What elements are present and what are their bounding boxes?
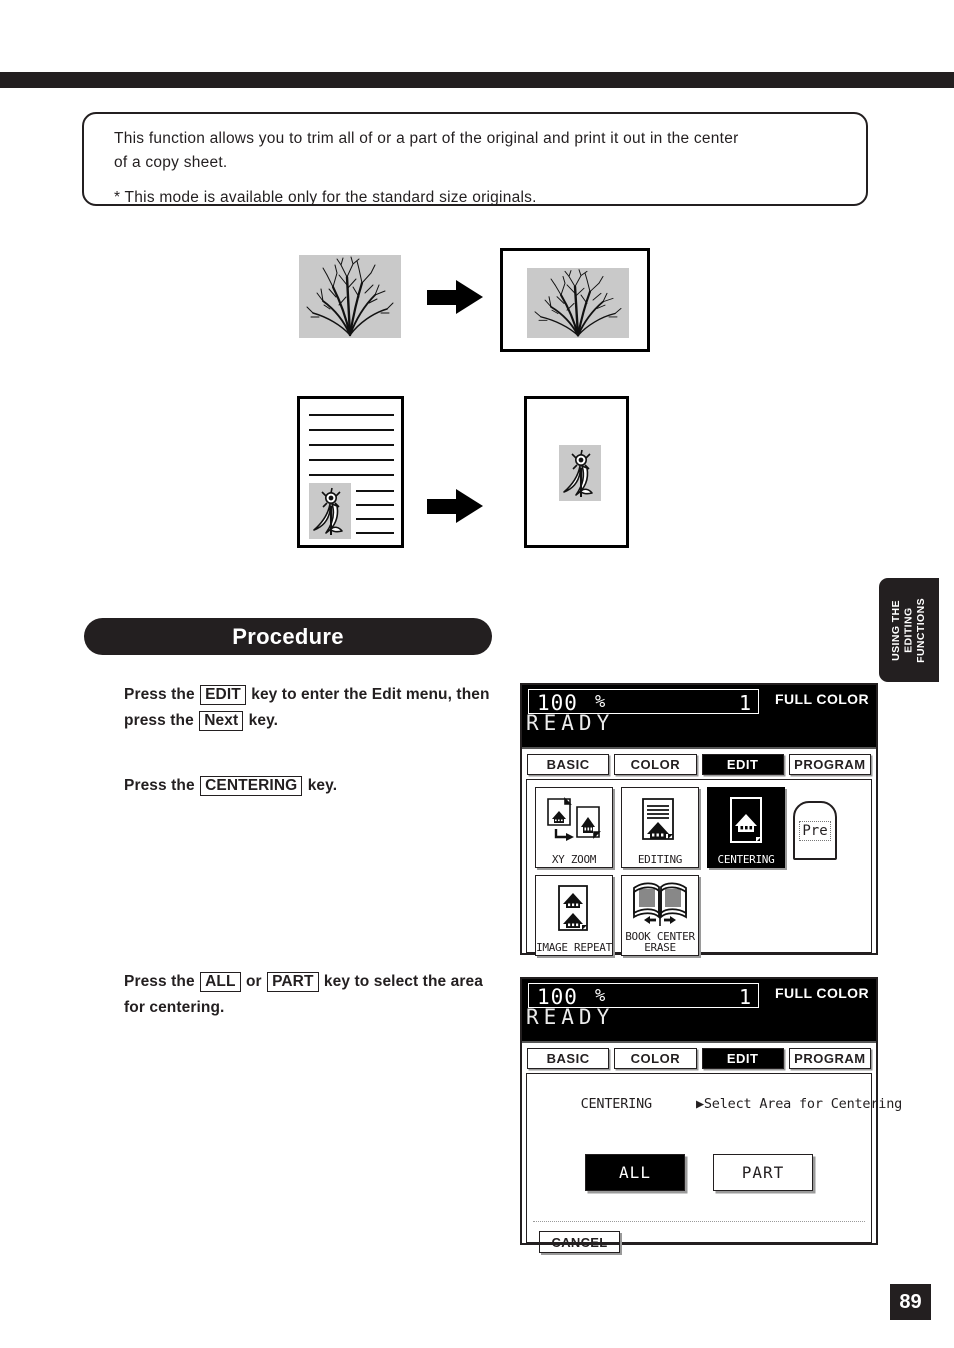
procedure-step-1: Press the EDIT key to enter the Edit men… <box>124 685 490 731</box>
lcd2-tab-basic[interactable]: BASIC <box>527 1048 610 1069</box>
bush-artwork-icon <box>306 256 394 337</box>
lcd1-button-editing[interactable]: EDITING <box>621 787 699 868</box>
page-number-badge: 89 <box>890 1284 931 1320</box>
lcd2-breadcrumb: CENTERING ▶Select Area for Centering <box>527 1074 903 1128</box>
lcd1-tab-basic[interactable]: BASIC <box>527 754 610 775</box>
lcd2-area-choice-row: ALL PART <box>527 1154 871 1191</box>
lcd1-label-xy-zoom: XY ZOOM <box>551 853 597 866</box>
lcd2-color-mode: FULL COLOR <box>775 985 869 1001</box>
xy-zoom-icon <box>543 788 605 854</box>
lcd1-label-centering: CENTERING <box>717 853 775 866</box>
flower-icon <box>563 449 593 497</box>
lcd2-breadcrumb-mode: CENTERING <box>580 1096 653 1112</box>
lcd2-content-area: CENTERING ▶Select Area for Centering ALL … <box>526 1073 903 1253</box>
illustration-2-arrow <box>427 489 483 523</box>
keycap-part: PART <box>267 972 319 992</box>
lcd1-color-mode: FULL COLOR <box>775 691 869 707</box>
lcd2-breadcrumb-prompt: ▶Select Area for Centering <box>695 1096 903 1112</box>
page-top-rule <box>0 72 954 88</box>
section-thumb-tab-label: USING THE EDITING FUNCTIONS <box>890 597 928 663</box>
lcd2-button-all[interactable]: ALL <box>585 1154 685 1191</box>
description-note: * This mode is available only for the st… <box>114 189 537 206</box>
lcd1-label-book-center-erase: BOOK CENTER ERASE <box>625 930 695 954</box>
lcd1-tab-program[interactable]: PROGRAM <box>788 754 871 775</box>
section-thumb-tab: USING THE EDITING FUNCTIONS <box>879 578 939 682</box>
keycap-next: Next <box>199 711 244 731</box>
lcd1-copy-count: 1 <box>738 691 751 715</box>
book-center-erase-icon <box>630 876 690 931</box>
lcd1-button-centering[interactable]: CENTERING <box>707 787 785 868</box>
lcd1-tab-edit[interactable]: EDIT <box>701 754 784 775</box>
lcd2-tab-program[interactable]: PROGRAM <box>788 1048 871 1069</box>
lcd1-label-editing: EDITING <box>637 853 683 866</box>
keycap-edit: EDIT <box>200 685 246 705</box>
procedure-step-3: Press the ALL or PART key to select the … <box>124 972 483 1016</box>
lcd1-label-image-repeat: IMAGE REPEAT <box>536 941 612 954</box>
lcd-panel-centering-area: 100 % 1 FULL COLOR READY BASIC COLOR EDI… <box>520 977 903 1253</box>
lcd1-function-area: XY ZOOM EDITING CENTERING Pre IMAGE REPE… <box>526 779 872 956</box>
description-line-1: This function allows you to trim all of … <box>114 130 739 147</box>
lcd1-status-bar: 100 % 1 FULL COLOR READY <box>522 685 876 747</box>
illustration-1-arrow <box>427 280 483 314</box>
lcd2-status-bar: 100 % 1 FULL COLOR READY <box>522 979 876 1041</box>
lcd1-label-prev: Pre <box>799 820 831 841</box>
keycap-all: ALL <box>200 972 241 992</box>
lcd2-percent-sign: % <box>595 986 606 1006</box>
procedure-heading-banner: Procedure <box>84 618 492 655</box>
lcd1-status-message: READY <box>526 711 615 735</box>
image-repeat-icon <box>549 876 599 942</box>
lcd1-tab-bar: BASIC COLOR EDIT PROGRAM <box>522 747 876 775</box>
lcd1-function-grid: XY ZOOM EDITING CENTERING Pre IMAGE REPE… <box>527 780 871 956</box>
bush-artwork-icon <box>534 269 622 337</box>
keycap-centering: CENTERING <box>200 776 303 796</box>
illustration-1-result-art <box>527 268 629 338</box>
lcd1-button-image-repeat[interactable]: IMAGE REPEAT <box>535 875 613 956</box>
lcd2-tab-bar: BASIC COLOR EDIT PROGRAM <box>522 1041 876 1069</box>
centering-icon <box>723 788 769 854</box>
lcd1-button-book-center-erase[interactable]: BOOK CENTER ERASE <box>621 875 699 956</box>
lcd1-button-xy-zoom[interactable]: XY ZOOM <box>535 787 613 868</box>
lcd-panel-edit-menu: 100 % 1 FULL COLOR READY BASIC COLOR EDI… <box>520 683 878 956</box>
page-number-text: 89 <box>899 1290 922 1313</box>
lcd1-button-prev-page[interactable]: Pre <box>793 801 837 860</box>
lcd2-copy-count: 1 <box>738 985 751 1009</box>
procedure-step-2: Press the CENTERING key. <box>124 776 338 796</box>
illustration-2-result-art <box>559 445 601 501</box>
lined-document-icon <box>309 414 394 539</box>
editing-icon <box>635 788 685 854</box>
lcd2-button-cancel[interactable]: CANCEL <box>539 1231 620 1253</box>
procedure-heading-text: Procedure <box>232 623 344 649</box>
lcd1-percent-sign: % <box>595 692 606 712</box>
lcd2-tab-color[interactable]: COLOR <box>614 1048 697 1069</box>
lcd1-tab-color[interactable]: COLOR <box>614 754 697 775</box>
description-callout: This function allows you to trim all of … <box>82 112 868 206</box>
illustration-2-result-sheet <box>524 396 629 548</box>
description-line-2: of a copy sheet. <box>114 154 228 171</box>
illustration-1-result-sheet <box>500 248 650 352</box>
illustration-1-original <box>299 255 401 338</box>
lcd2-tab-edit[interactable]: EDIT <box>701 1048 784 1069</box>
lcd2-status-message: READY <box>526 1005 615 1029</box>
lcd2-divider <box>533 1221 865 1222</box>
lcd2-button-part[interactable]: PART <box>713 1154 813 1191</box>
illustration-2-original-document <box>297 396 404 548</box>
